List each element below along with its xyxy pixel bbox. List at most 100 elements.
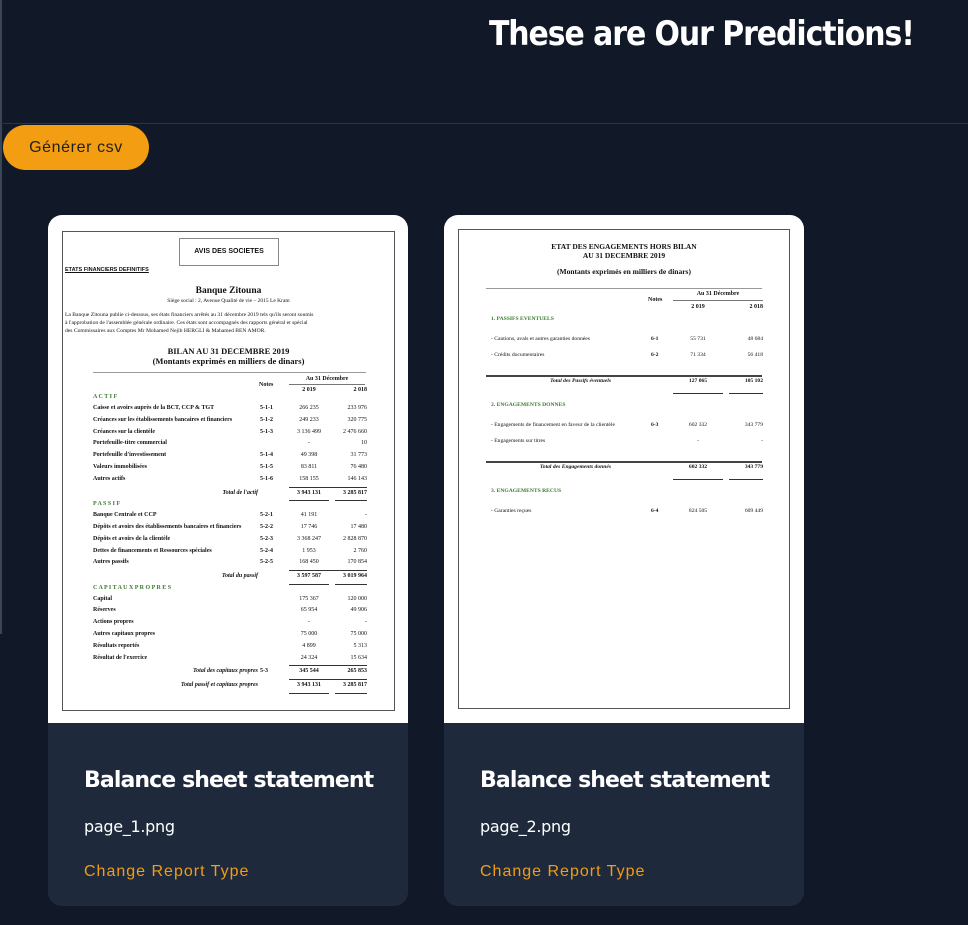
col-year-header: 2 019 — [302, 387, 316, 393]
doc-row-note: 5-2-4 — [260, 547, 273, 554]
doc-row-label: - Engagements sur titres — [491, 438, 546, 444]
doc-row-value: 56 418 — [747, 352, 763, 358]
doc-row-value: 3 285 817 — [343, 489, 367, 496]
doc-total-label: Total passif et capitaux propres — [180, 681, 258, 688]
doc-row-value: 1 953 — [302, 547, 316, 554]
doc-row-value: 3 019 964 — [343, 573, 367, 580]
doc-row-label: Dépôts et avoirs de la clientèle — [93, 535, 171, 542]
doc-bank-name: Banque Zitouna — [195, 286, 262, 296]
change-report-type-link[interactable]: Change Report Type — [84, 863, 249, 881]
doc-row-label: Réserves — [93, 607, 116, 614]
doc-row-note: 5-3 — [260, 668, 268, 675]
doc-row-value: 602 332 — [688, 464, 708, 470]
doc-row-note: 5-1-3 — [260, 428, 273, 435]
doc-row-label: Caisse et avoirs auprès de la BCT, CCP &… — [93, 405, 215, 411]
report-card: ETAT DES ENGAGEMENTS HORS BILAN AU 31 DE… — [444, 215, 804, 906]
doc-row-note: 6-2 — [651, 352, 659, 358]
doc-row-note: 5-2-2 — [260, 523, 273, 530]
doc-row-value: 2 476 660 — [343, 428, 367, 435]
doc-section-heading: A C T I F — [93, 394, 118, 400]
doc-row-label: - Crédits documentaires — [491, 352, 545, 358]
doc-row-value: 602 332 — [688, 422, 708, 428]
doc-row-label: Banque Centrale et CCP — [93, 512, 157, 519]
report-type-title: Balance sheet statement — [480, 768, 770, 793]
doc-paragraph-line: La Banque Zitouna publie ci-dessous, ses… — [65, 312, 314, 318]
doc-row-note: 6-1 — [651, 336, 659, 342]
doc-row-value: 120 000 — [347, 595, 368, 602]
doc-row-label: - Cautions, avals et autres garanties do… — [491, 336, 590, 342]
doc-row-value: 175 367 — [299, 595, 319, 602]
doc-row-note: 6-4 — [651, 508, 659, 514]
doc-row-value: 158 155 — [299, 475, 319, 482]
doc-row-value: - — [365, 512, 367, 519]
doc-heading: BILAN AU 31 DECEMBRE 2019 — [167, 346, 290, 356]
doc-row-note: 5-1-5 — [260, 464, 273, 470]
doc-row-label: Portefeuille-titre commercial — [93, 440, 167, 447]
report-preview-image[interactable]: AVIS DES SOCIETES ETATS FINANCIERS DEFIN… — [48, 215, 408, 723]
doc-row-label: Dettes de financements et Ressources spé… — [93, 547, 212, 554]
doc-row-value: 249 233 — [299, 416, 319, 423]
file-name: page_2.png — [480, 817, 571, 836]
report-preview-image[interactable]: ETAT DES ENGAGEMENTS HORS BILAN AU 31 DE… — [444, 215, 804, 723]
doc-row-value: 265 853 — [347, 668, 368, 675]
doc-row-value: 15 634 — [350, 654, 368, 661]
doc-total-label: Total des Engagements donnés — [539, 464, 611, 470]
col-year-header: 2 018 — [749, 304, 764, 310]
doc-row-value: 41 191 — [300, 512, 318, 519]
page-title: These are Our Predictions! — [489, 14, 915, 54]
doc-paragraph-line: à l'approbation de l'assemblée générale … — [65, 320, 308, 326]
doc-row-label: Actions propres — [93, 619, 134, 626]
generate-csv-button[interactable]: Générer csv — [3, 125, 149, 170]
doc-paragraph-line: des Commissaires aux Comptes Mr Mohamed … — [65, 328, 266, 334]
doc-row-label: Capital — [93, 595, 113, 602]
doc-row-value: 75 000 — [350, 631, 368, 637]
doc-row-note: 6-3 — [651, 422, 659, 428]
doc-row-value: 49 906 — [350, 607, 368, 614]
col-notes-header: Notes — [259, 382, 274, 388]
doc-row-value: 4 899 — [302, 642, 316, 649]
doc-section-label: ETATS FINANCIERS DEFINITIFS — [65, 267, 149, 273]
doc-row-label: Résultat de l'exercice — [93, 654, 148, 661]
doc-row-label: Autres capitaux propres — [93, 631, 156, 637]
doc-section-heading: C A P I T A U X P R O P R E S — [93, 584, 172, 591]
doc-row-value: 824 505 — [688, 508, 708, 514]
doc-address: Siège social : 2, Avenue Qualité de vie … — [167, 298, 290, 304]
document-page: AVIS DES SOCIETES ETATS FINANCIERS DEFIN… — [62, 231, 395, 711]
doc-row-note: 5-1-6 — [260, 475, 273, 482]
doc-total-label: Total du passif — [221, 573, 258, 580]
doc-row-label: Résultats reportés — [93, 642, 140, 649]
doc-box-title: AVIS DES SOCIETES — [179, 238, 279, 266]
doc-row-value: 168 450 — [299, 559, 319, 566]
doc-row-label: Créances sur les établissements bancaire… — [93, 416, 233, 423]
doc-row-value: 5 313 — [353, 642, 368, 649]
doc-section-heading: 1. PASSIFS EVENTUELS — [491, 316, 554, 322]
col-period-header: Au 31 Décembre — [305, 376, 349, 382]
doc-row-value: 48 684 — [747, 336, 763, 342]
doc-row-value: 127 065 — [688, 378, 708, 384]
doc-row-value: 3 943 131 — [297, 681, 321, 688]
doc-row-note: 5-1-2 — [260, 416, 273, 423]
report-card: AVIS DES SOCIETES ETATS FINANCIERS DEFIN… — [48, 215, 408, 906]
doc-row-value: 10 — [361, 440, 367, 447]
document-page: ETAT DES ENGAGEMENTS HORS BILAN AU 31 DE… — [458, 229, 790, 709]
doc-row-value: 266 235 — [299, 405, 319, 411]
card-body: Balance sheet statement page_1.png Chang… — [48, 723, 408, 906]
doc-row-value: 320 775 — [347, 416, 368, 423]
doc-row-label: Dépôts et avoirs des établissements banc… — [93, 523, 242, 530]
doc-row-value: 3 943 131 — [297, 489, 321, 496]
doc-row-value: 49 398 — [300, 452, 318, 459]
col-year-header: 2 018 — [353, 387, 368, 393]
doc-row-note: 5-1-1 — [260, 405, 273, 411]
card-body: Balance sheet statement page_2.png Chang… — [444, 723, 804, 906]
doc-row-label: Portefeuille d'investissement — [93, 452, 167, 459]
doc-row-value: 55 731 — [690, 336, 706, 342]
doc-row-value: 2 828 870 — [343, 535, 367, 542]
doc-row-value: - — [761, 438, 763, 444]
col-notes-header: Notes — [648, 297, 663, 303]
doc-row-label: - Engagements de financement en faveur d… — [491, 422, 615, 428]
doc-row-value: - — [365, 619, 367, 626]
doc-row-value: 17 746 — [300, 523, 318, 530]
doc-section-heading: P A S S I F — [93, 501, 121, 508]
change-report-type-link[interactable]: Change Report Type — [480, 863, 645, 881]
doc-total-label: Total des capitaux propres — [193, 668, 258, 675]
